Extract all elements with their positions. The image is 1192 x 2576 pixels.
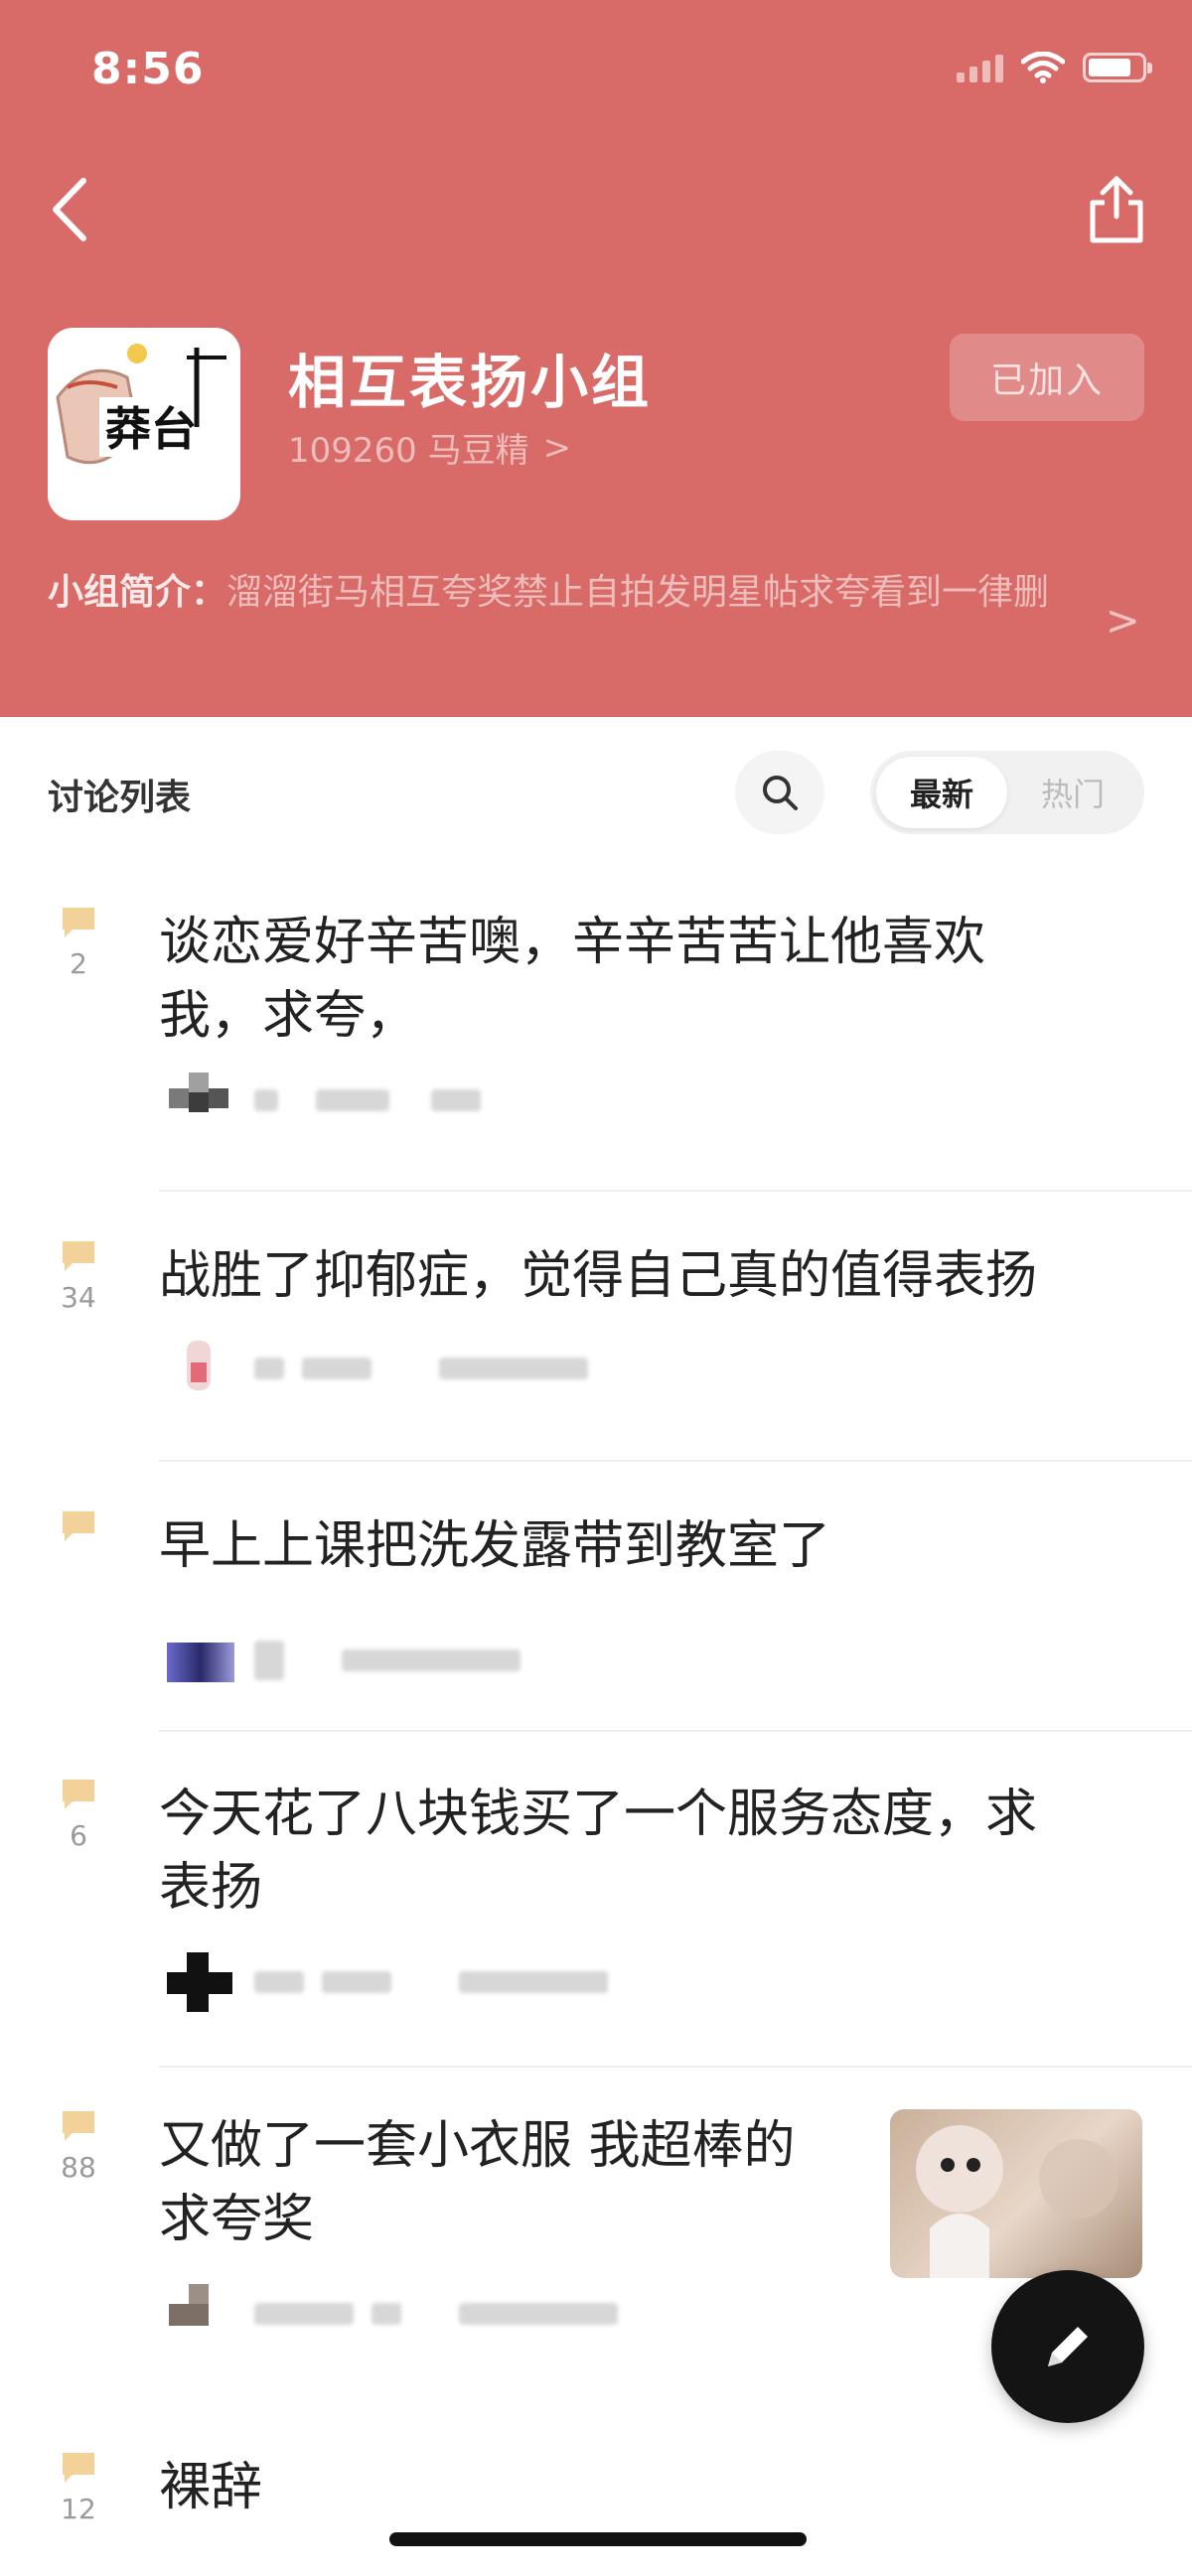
divider [159,2066,1192,2068]
comment-count: 88 [61,2151,96,2184]
svg-text:莽台: 莽台 [105,402,197,456]
post-title-line: 表扬 [159,1858,263,1918]
post-thumbnail[interactable] [890,2109,1142,2278]
post-title-line: 我，求夸， [159,986,418,1046]
comment-count: 12 [61,2493,96,2525]
share-icon[interactable] [1085,171,1148,246]
list-title: 讨论列表 [48,778,192,818]
timestamp-blur [459,2303,618,2325]
pencil-icon [1048,2327,1088,2366]
post-title: 今天花了八块钱买了一个服务态度，求 表扬 [159,1778,1037,1925]
home-indicator [389,2532,807,2546]
post-meta: 34 [44,1239,113,1314]
timestamp-blur [459,1971,608,1993]
avatar [165,2284,236,2344]
comment-count: 34 [61,1281,96,1314]
member-count[interactable]: 109260 马豆精 > [288,423,571,472]
divider [159,1730,1192,1732]
timestamp-blur [431,1089,481,1111]
avatar [165,1339,236,1398]
battery-icon [1083,53,1152,82]
username-blur [316,1089,389,1111]
search-icon [763,776,798,810]
post-meta: 2 [44,906,113,980]
intro-label: 小组简介： [48,572,227,613]
member-count-text: 109260 马豆精 [288,431,529,471]
post-title-line: 裸辞 [159,2458,263,2517]
search-button[interactable] [735,751,824,834]
list-toolbar: 讨论列表 最新 热门 [0,717,1192,864]
doll-image [916,2125,1118,2278]
timestamp-blur [342,1649,521,1671]
wifi-icon [1021,52,1065,83]
post-title-line: 谈恋爱好辛苦噢，辛辛苦苦让他喜欢 [159,913,986,972]
username-blur [372,2303,401,2325]
sort-toggle: 最新 热门 [870,751,1144,834]
chevron-right-icon: > [542,427,572,468]
avatar [165,1631,236,1690]
username-blur [254,1089,278,1111]
post-title-line: 又做了一套小衣服 我超棒的 [159,2116,796,2176]
group-name: 相互表扬小组 [288,349,653,416]
username-blur [254,1358,284,1379]
comment-bubble-icon [63,2111,94,2141]
signal-icon [957,53,1003,82]
username-blur [254,1641,284,1680]
post-author [165,1631,521,1690]
compose-button[interactable] [991,2270,1144,2423]
group-header: 8:56 莽台 相互表扬小组 109260 马豆精 > 已加入 小组简介：溜溜街… [0,0,1192,717]
group-logo: 莽台 [48,328,240,520]
post-meta: 12 [44,2451,113,2525]
back-arrow-icon[interactable] [44,175,103,244]
comment-bubble-icon [63,1511,94,1541]
post-title: 又做了一套小衣服 我超棒的 求夸奖 [159,2109,796,2256]
post-title: 谈恋爱好辛苦噢，辛辛苦苦让他喜欢 我，求夸， [159,906,985,1053]
joined-button[interactable]: 已加入 [950,334,1144,421]
comment-bubble-icon [63,2453,94,2483]
username-blur [254,2303,354,2325]
post-author [165,2284,618,2344]
post-title-line: 早上上课把洗发露带到教室了 [159,1516,831,1576]
username-blur [322,1971,391,1993]
post-title-line: 求夸奖 [159,2190,315,2249]
divider [159,1460,1192,1462]
username-blur [302,1358,372,1379]
intro-text: 溜溜街马相互夸奖禁止自拍发明星帖求夸看到一律删 [226,572,1050,613]
group-avatar: 莽台 [48,328,240,520]
post-meta [44,1509,113,1551]
sort-hot[interactable]: 热门 [1007,757,1138,828]
post-title: 裸辞 [159,2451,262,2524]
avatar [165,1071,236,1130]
post-meta: 88 [44,2109,113,2184]
status-icons [957,52,1152,83]
post-meta: 6 [44,1778,113,1852]
avatar [165,1952,236,2012]
post-author [165,1339,588,1398]
chevron-right-icon[interactable]: > [1106,596,1140,644]
status-time: 8:56 [91,44,205,94]
post-author [165,1071,481,1130]
comment-count: 6 [70,1819,87,1852]
post-title-line: 今天花了八块钱买了一个服务态度，求 [159,1785,1038,1844]
post-title: 战胜了抑郁症，觉得自己真的值得表扬 [159,1239,1037,1313]
post-author [165,1952,608,2012]
group-intro[interactable]: 小组简介：溜溜街马相互夸奖禁止自拍发明星帖求夸看到一律删 [48,564,1081,622]
post-title-line: 战胜了抑郁症，觉得自己真的值得表扬 [159,1246,1038,1306]
comment-bubble-icon [63,908,94,937]
comment-bubble-icon [63,1780,94,1809]
username-blur [254,1971,304,1993]
divider [159,1190,1192,1192]
comment-bubble-icon [63,1241,94,1271]
comment-count: 2 [70,947,87,980]
post-title: 早上上课把洗发露带到教室了 [159,1509,830,1583]
sort-latest[interactable]: 最新 [876,757,1007,828]
timestamp-blur [439,1358,588,1379]
